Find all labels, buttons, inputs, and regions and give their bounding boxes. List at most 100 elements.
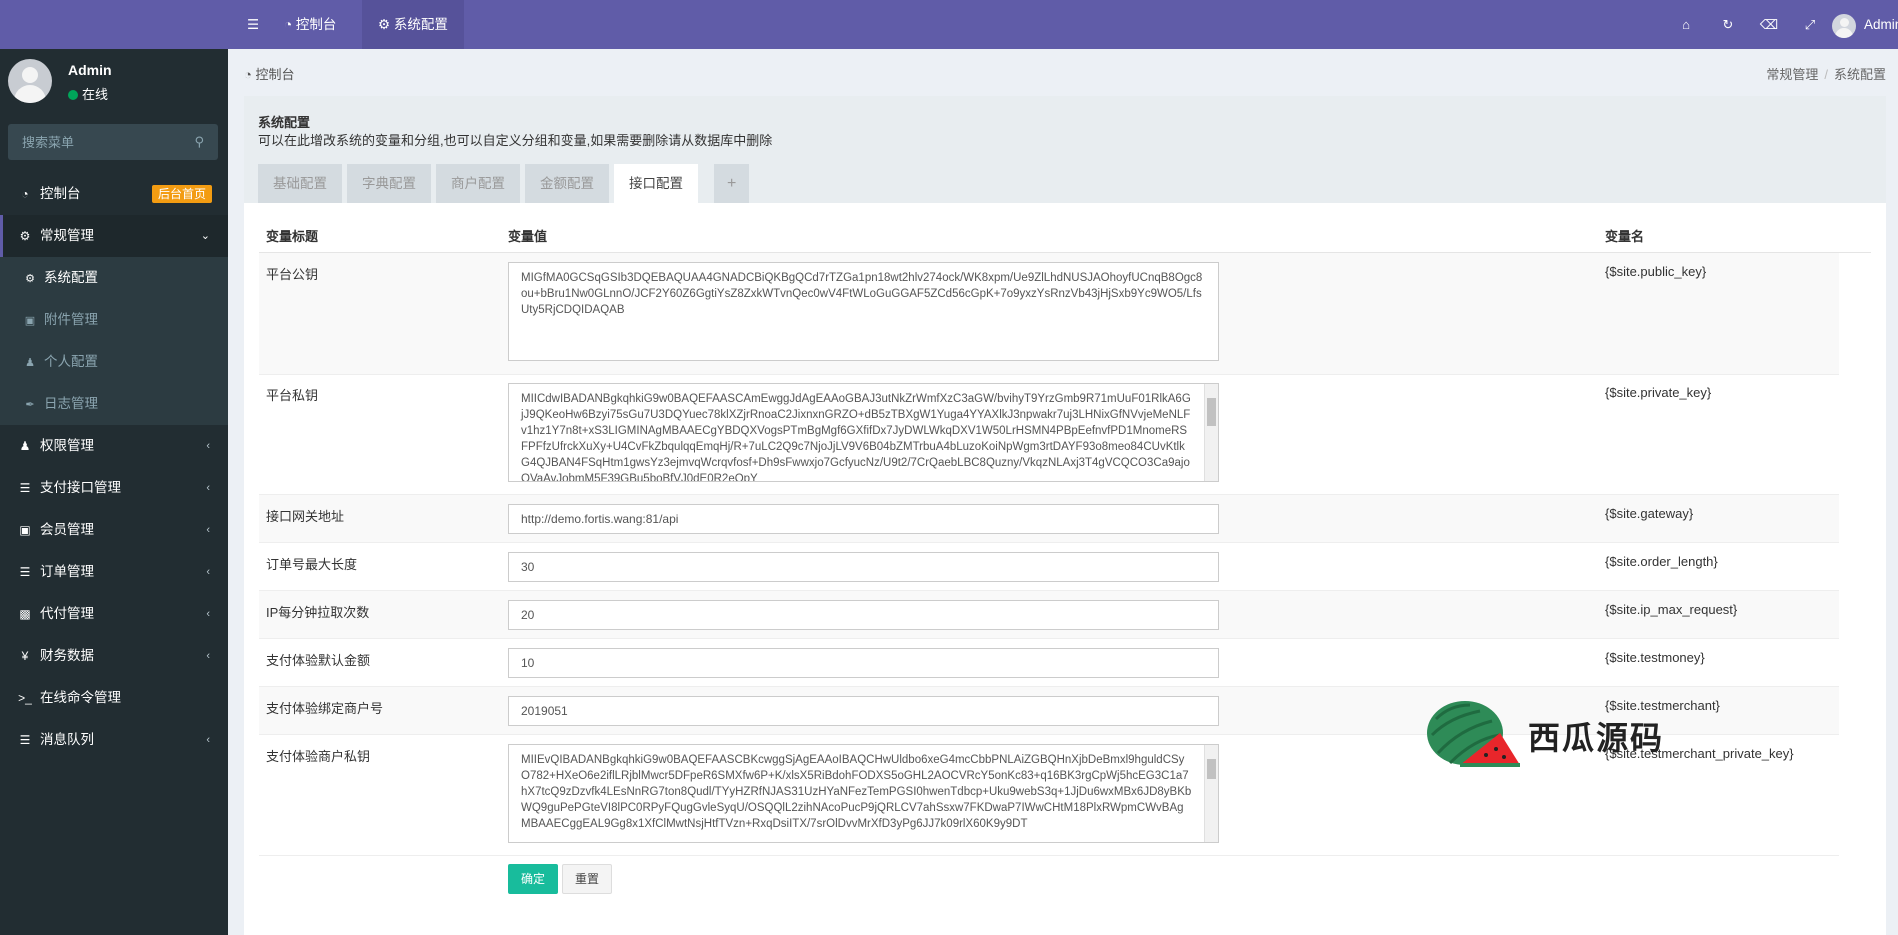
file-image-icon: ▣ (24, 315, 36, 327)
textarea-scrollbar[interactable] (1204, 745, 1218, 842)
home-badge: 后台首页 (151, 185, 212, 203)
list-icon: ☰ (19, 481, 31, 495)
tab-amount[interactable]: 金额配置 (525, 164, 609, 203)
panel-title: 系统配置 (258, 115, 311, 130)
column-header-value: 变量值 (508, 229, 548, 244)
breadcrumb-item: 系统配置 (1833, 67, 1886, 82)
sidebar-item-finance[interactable]: ¥ 财务数据 ‹ (0, 635, 228, 677)
sidebar-item-commands[interactable]: >_ 在线命令管理 (0, 677, 228, 719)
public-key-textarea[interactable]: MIGfMA0GCSqGSIb3DQEBAQUAA4GNADCBiQKBgQCd… (508, 262, 1219, 361)
textarea-scrollbar[interactable] (1204, 384, 1218, 481)
tab-basic[interactable]: 基础配置 (258, 164, 342, 203)
panel-description: 可以在此增改系统的变量和分组,也可以自定义分组和变量,如果需要删除请从数据库中删… (258, 133, 773, 148)
chevron-down-icon: ⌄ (200, 230, 210, 242)
gear-icon: ⚙ (378, 17, 394, 32)
menu-search-input[interactable] (8, 124, 178, 160)
submit-button[interactable]: 确定 (508, 864, 558, 894)
dashboard-icon: ◔ (244, 67, 256, 82)
sidebar-item-attachments[interactable]: ▣ 附件管理 (0, 299, 228, 341)
list-icon: ☰ (19, 733, 31, 747)
breadcrumb: 常规管理 / 系统配置 (1766, 67, 1886, 82)
users-icon: ♟ (19, 439, 31, 453)
panel-heading: 系统配置 可以在此增改系统的变量和分组,也可以自定义分组和变量,如果需要删除请从… (244, 96, 1886, 203)
user-status: 在线 (68, 84, 108, 103)
sidebar-toggle-icon[interactable]: ☰ (242, 0, 264, 49)
wrench-icon: ✒ (25, 399, 35, 411)
row-title: 平台私钥 (266, 388, 319, 403)
home-icon[interactable]: ⌂ (1671, 0, 1701, 49)
ip-max-request-input[interactable] (508, 600, 1219, 630)
row-variable-name: {$site.public_key} (1605, 264, 1707, 279)
sidebar-item-payout[interactable]: ▩ 代付管理 ‹ (0, 593, 228, 635)
row-title: 支付体验商户私钥 (266, 749, 371, 764)
user-panel: Admin 在线 (0, 49, 228, 119)
sidebar-item-auth[interactable]: ♟ 权限管理 ‹ (0, 425, 228, 467)
row-variable-name: {$site.testmoney} (1605, 650, 1705, 665)
sidebar-item-system-config[interactable]: ⚙ 系统配置 (0, 257, 228, 299)
tab-dictionary[interactable]: 字典配置 (347, 164, 431, 203)
add-tab-button[interactable]: + (714, 164, 750, 203)
row-variable-name: {$site.order_length} (1605, 554, 1718, 569)
header-user-name[interactable]: Admin (1864, 0, 1898, 49)
money-icon: ▩ (19, 607, 31, 621)
order-length-input[interactable] (508, 552, 1219, 582)
sidebar-item-profile[interactable]: ♟ 个人配置 (0, 341, 228, 383)
sidebar-menu: ◔ 控制台 后台首页 ⚙ 常规管理 ⌄ ⚙ 系统配置 ▣ 附件管理 ♟ 个人配置 ✒ 日志管… (0, 173, 228, 761)
private-key-textarea[interactable]: MIICdwIBADANBgkqhkiG9w0BAQEFAASCAmEwggJd… (508, 383, 1219, 482)
page-title: ◔ 控制台 (244, 67, 295, 82)
trash-icon[interactable]: ⌫ (1754, 0, 1784, 49)
row-title: 接口网关地址 (266, 509, 345, 524)
dashboard-icon: ◔ (21, 187, 29, 201)
row-title: IP每分钟拉取次数 (266, 605, 370, 620)
row-variable-name: {$site.gateway} (1605, 506, 1694, 521)
list-icon: ☰ (19, 565, 31, 579)
tab-merchant[interactable]: 商户配置 (436, 164, 520, 203)
sidebar-item-general[interactable]: ⚙ 常规管理 ⌄ (0, 215, 228, 257)
tab-dashboard[interactable]: ◔ 控制台 (272, 0, 348, 49)
test-merchant-input[interactable] (508, 696, 1219, 726)
sidebar-item-orders[interactable]: ☰ 订单管理 ‹ (0, 551, 228, 593)
top-navbar: ☰ ◔ 控制台 ⚙ 系统配置 ⌂ ↻ ⌫ ⤢ Admin (228, 0, 1898, 49)
row-title: 支付体验绑定商户号 (266, 701, 384, 716)
sidebar-item-dashboard[interactable]: ◔ 控制台 后台首页 (0, 173, 228, 215)
chevron-left-icon: ‹ (206, 440, 210, 452)
chevron-left-icon: ‹ (206, 482, 210, 494)
avatar (8, 59, 52, 103)
gear-icon: ⚙ (25, 273, 35, 285)
cogs-icon: ⚙ (19, 229, 31, 243)
fullscreen-icon[interactable]: ⤢ (1795, 0, 1825, 49)
row-title: 订单号最大长度 (266, 557, 358, 572)
chevron-left-icon: ‹ (206, 566, 210, 578)
dashboard-icon: ◔ (284, 17, 296, 32)
sidebar: Admin 在线 ⚲ ◔控制台 后台首页 ⚙常规管理 ⌄ ⚙系统配置 ▣附件管理… (0, 0, 228, 935)
gateway-input[interactable] (508, 504, 1219, 534)
chevron-left-icon: ‹ (206, 608, 210, 620)
chevron-left-icon: ‹ (206, 734, 210, 746)
watermark-text: 西瓜源码 (1528, 720, 1665, 756)
row-variable-name: {$site.ip_max_request} (1605, 602, 1738, 617)
sidebar-item-logs[interactable]: ✒ 日志管理 (0, 383, 228, 425)
yen-icon: ¥ (21, 649, 29, 663)
sidebar-item-members[interactable]: ▣ 会员管理 ‹ (0, 509, 228, 551)
row-variable-name: {$site.private_key} (1605, 385, 1712, 400)
menu-search: ⚲ (8, 124, 218, 160)
tab-system-config[interactable]: ⚙ 系统配置 (362, 0, 464, 49)
brand-bar (0, 0, 228, 49)
column-header-title: 变量标题 (266, 229, 319, 244)
sidebar-item-queue[interactable]: ☰ 消息队列 ‹ (0, 719, 228, 761)
refresh-icon[interactable]: ↻ (1713, 0, 1743, 49)
breadcrumb-item[interactable]: 常规管理 (1766, 67, 1818, 82)
watermelon-icon (1427, 701, 1520, 767)
search-icon[interactable]: ⚲ (194, 134, 204, 150)
sidebar-item-payment-api[interactable]: ☰ 支付接口管理 ‹ (0, 467, 228, 509)
watermark-logo: 西瓜源码 (1420, 695, 1700, 775)
header-avatar[interactable] (1832, 14, 1856, 38)
reset-button[interactable]: 重置 (562, 864, 612, 894)
tab-api[interactable]: 接口配置 (614, 164, 698, 203)
test-money-input[interactable] (508, 648, 1219, 678)
submenu-general: ⚙ 系统配置 ▣ 附件管理 ♟ 个人配置 ✒ 日志管理 (0, 257, 228, 425)
row-title: 平台公钥 (266, 267, 319, 282)
merchant-private-key-textarea[interactable]: MIIEvQIBADANBgkqhkiG9w0BAQEFAASCBKcwggSj… (508, 744, 1219, 843)
user-icon: ♟ (25, 357, 35, 369)
row-title: 支付体验默认金额 (266, 653, 371, 668)
